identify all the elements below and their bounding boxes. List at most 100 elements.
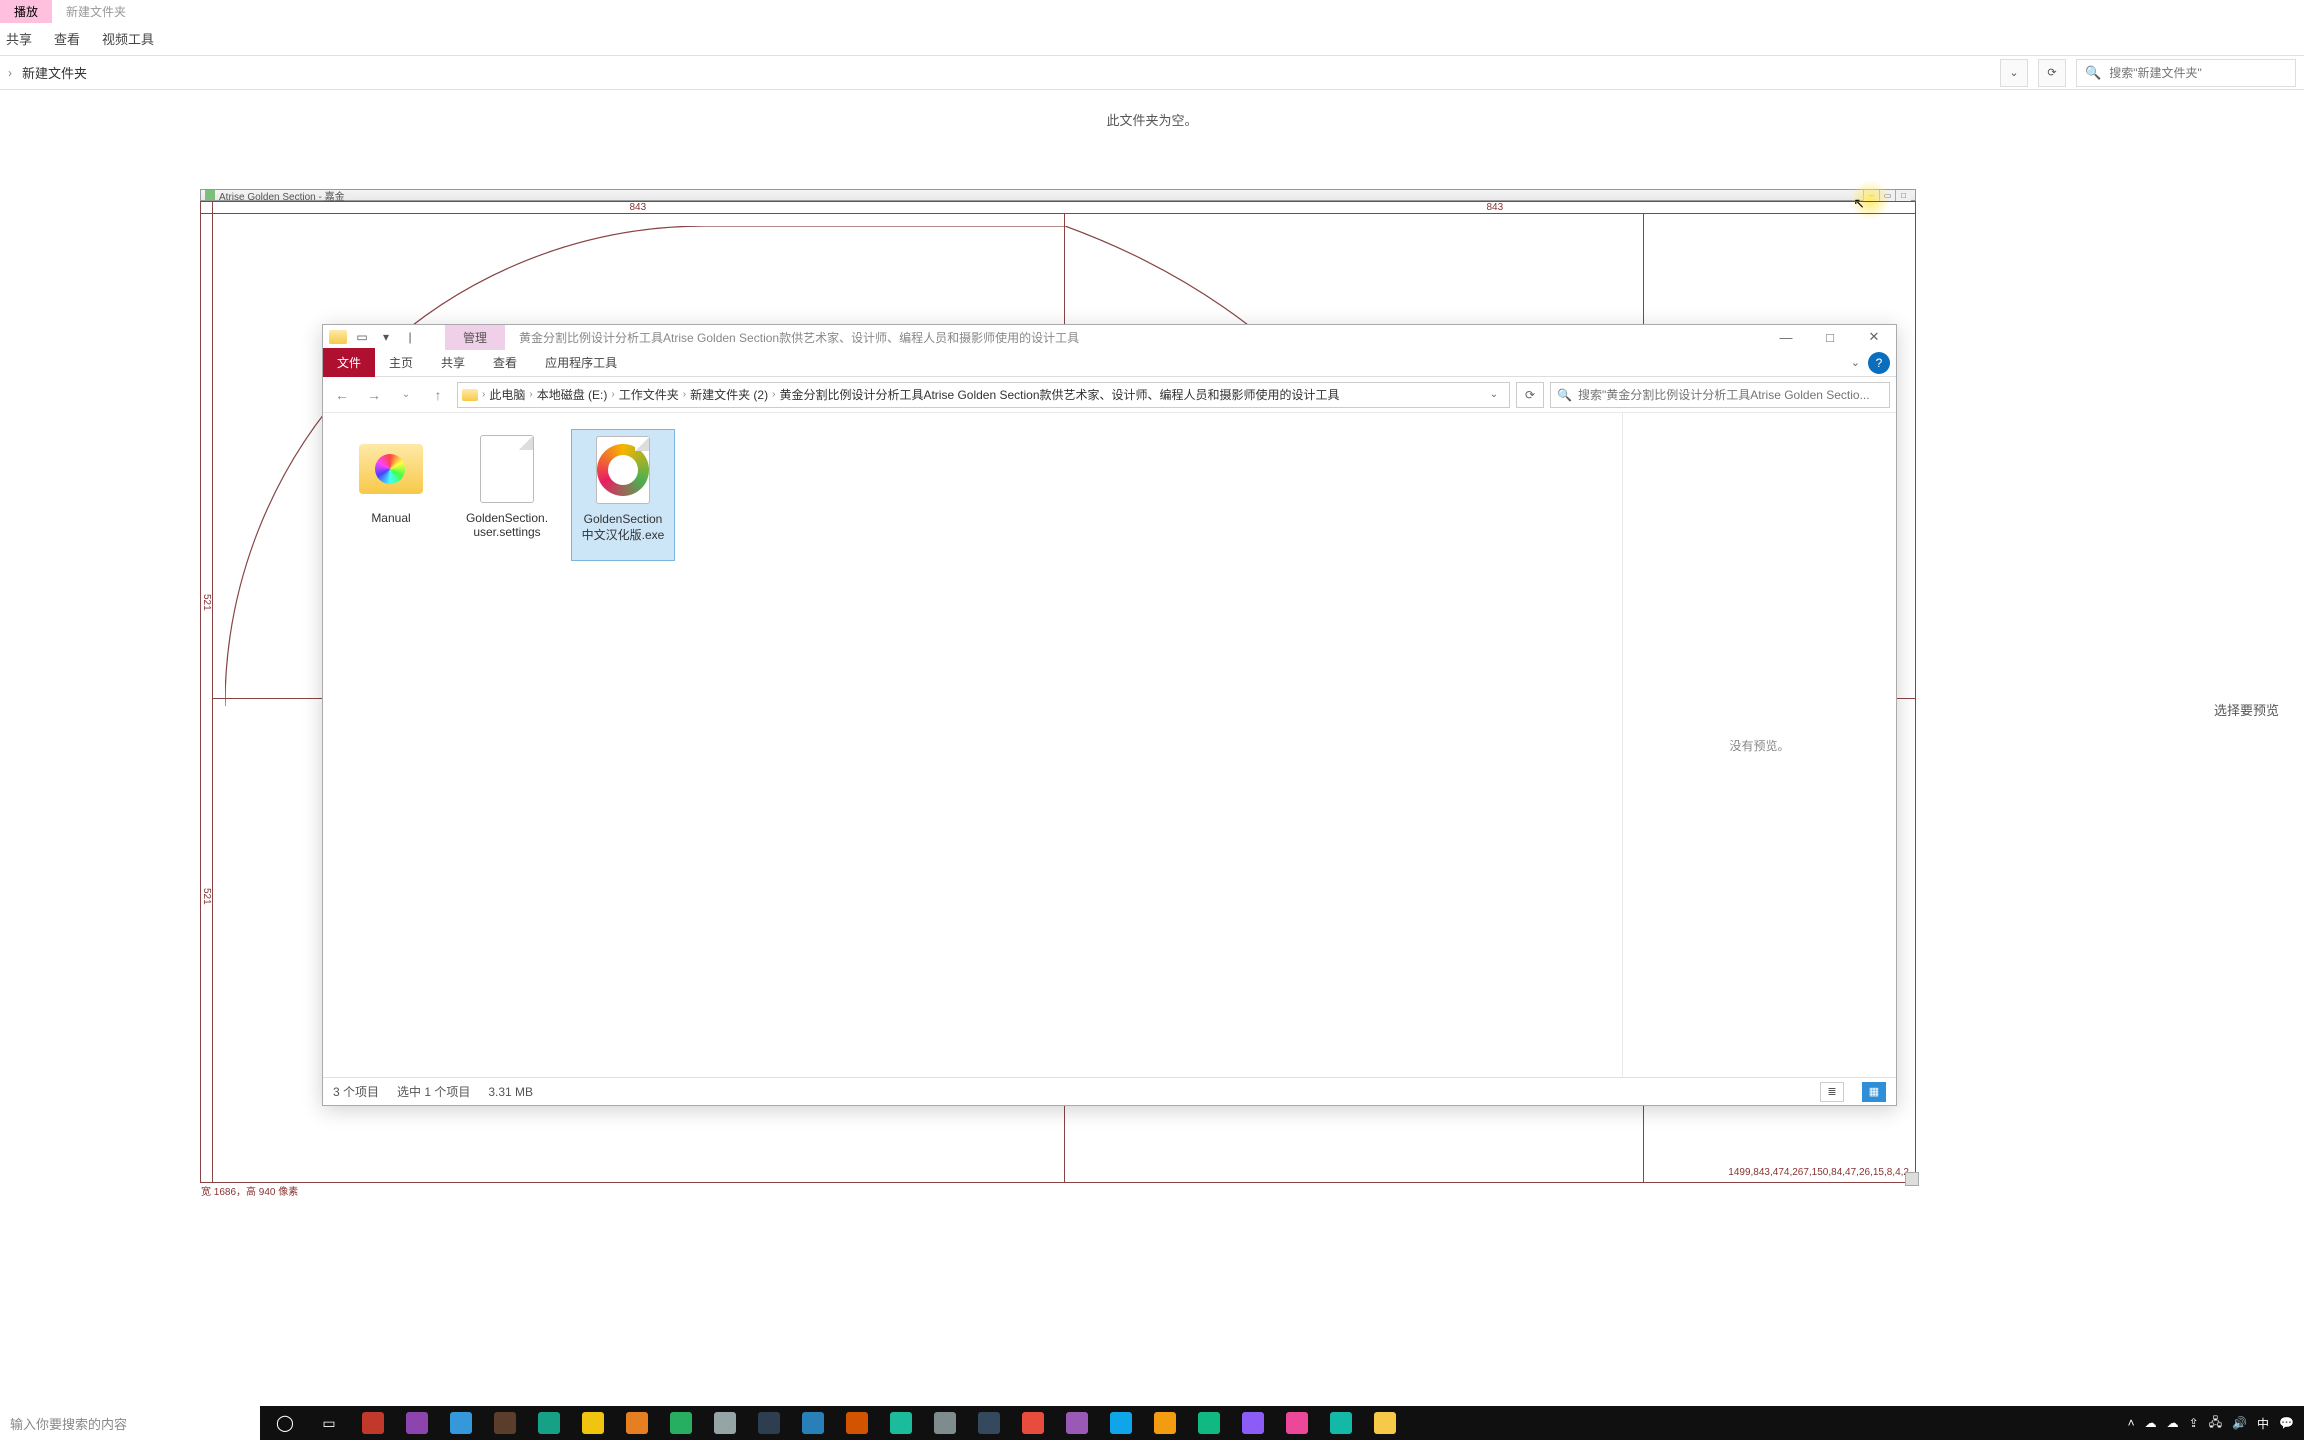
chevron-right-icon[interactable]: › [611,389,614,400]
ribbon-tab-file[interactable]: 文件 [323,348,375,377]
file-label: GoldenSection [584,512,663,526]
taskbar-app-16[interactable] [968,1406,1010,1440]
taskbar-app-24[interactable] [1320,1406,1362,1440]
taskbar-app-7[interactable] [572,1406,614,1440]
inner-refresh-button[interactable]: ⟳ [1516,382,1544,408]
inner-maximize-button[interactable]: □ [1808,325,1852,349]
file-item-exe[interactable]: GoldenSection 中文汉化版.exe [571,429,675,561]
nav-back-button[interactable]: ← [329,382,355,408]
taskbar-app-icon [1242,1412,1264,1434]
breadcrumb-chevron-icon[interactable]: › [8,66,12,80]
ruler-top-right-value: 843 [1487,202,1504,213]
file-list[interactable]: Manual GoldenSection. user.settings Gold… [323,413,1622,1077]
refresh-button[interactable]: ⟳ [2038,59,2066,87]
inner-explorer-window[interactable]: ▭ ▾ | 管理 黄金分割比例设计分析工具Atrise Golden Secti… [322,324,1897,1106]
tray-cloud-icon[interactable]: ☁ [2167,1416,2179,1430]
tab-play[interactable]: 播放 [0,0,52,23]
tray-onedrive-icon[interactable]: ☁ [2145,1416,2157,1430]
system-tray[interactable]: ˄ ☁ ☁ ⇪ 🖧 🔊 中 💬 [2118,1413,2304,1434]
taskbar[interactable]: 输入你要搜索的内容 ◯▭ ˄ ☁ ☁ ⇪ 🖧 🔊 中 💬 [0,1406,2304,1440]
chevron-right-icon[interactable]: › [772,389,775,400]
taskbar-app-3[interactable] [396,1406,438,1440]
ribbon-tab-home[interactable]: 主页 [375,348,427,377]
tray-ime[interactable]: 中 [2257,1415,2269,1432]
file-item-settings[interactable]: GoldenSection. user.settings [455,429,559,561]
crumb-work[interactable]: 工作文件夹 [619,386,679,403]
tab-newfolder[interactable]: 新建文件夹 [52,0,140,23]
taskbar-app-20[interactable] [1144,1406,1186,1440]
search-icon: 🔍 [1557,388,1572,402]
taskbar-app-18[interactable] [1056,1406,1098,1440]
resize-handle[interactable] [1905,1172,1919,1186]
taskbar-app-9[interactable] [660,1406,702,1440]
gs-minimize-button[interactable]: – [1863,190,1879,201]
help-icon[interactable]: ? [1868,352,1890,374]
outer-search-box[interactable]: 🔍 [2076,59,2296,87]
qat-folder-icon[interactable] [327,327,349,347]
nav-up-button[interactable]: ↑ [425,382,451,408]
taskbar-app-5[interactable] [484,1406,526,1440]
qat-dropdown-icon[interactable]: ▾ [375,327,397,347]
taskbar-app-22[interactable] [1232,1406,1274,1440]
taskbar-items: ◯▭ [260,1406,1406,1440]
gs-opt-button[interactable]: ▭ [1879,190,1895,201]
tray-volume-icon[interactable]: 🔊 [2232,1416,2247,1430]
taskbar-app-0[interactable]: ◯ [264,1406,306,1440]
address-box[interactable]: › 此电脑 › 本地磁盘 (E:) › 工作文件夹 › 新建文件夹 (2) › … [457,382,1510,408]
taskbar-app-6[interactable] [528,1406,570,1440]
view-icons-button[interactable]: ▦ [1862,1082,1886,1102]
taskbar-app-25[interactable] [1364,1406,1406,1440]
taskbar-app-10[interactable] [704,1406,746,1440]
taskbar-app-17[interactable] [1012,1406,1054,1440]
inner-search-box[interactable]: 🔍 [1550,382,1890,408]
taskbar-app-12[interactable] [792,1406,834,1440]
inner-close-button[interactable]: ✕ [1852,325,1896,349]
taskbar-app-2[interactable] [352,1406,394,1440]
inner-minimize-button[interactable]: — [1764,325,1808,349]
chevron-right-icon[interactable]: › [482,389,485,400]
tray-chevron-up-icon[interactable]: ˄ [2128,1416,2135,1430]
taskbar-search[interactable]: 输入你要搜索的内容 [0,1406,260,1440]
contextual-tab-manage[interactable]: 管理 [445,325,505,350]
taskbar-app-11[interactable] [748,1406,790,1440]
chevron-right-icon[interactable]: › [683,389,686,400]
subtab-view[interactable]: 查看 [54,29,80,48]
tray-notifications-icon[interactable]: 💬 [2279,1416,2294,1430]
taskbar-app-14[interactable] [880,1406,922,1440]
ribbon-tab-apptools[interactable]: 应用程序工具 [531,348,631,377]
ribbon-tab-share[interactable]: 共享 [427,348,479,377]
qat-properties-icon[interactable]: ▭ [351,327,373,347]
golden-section-titlebar[interactable]: Atrise Golden Section - 嘉金 – ▭ □ ↖ [200,189,1916,201]
inner-titlebar[interactable]: ▭ ▾ | 管理 黄金分割比例设计分析工具Atrise Golden Secti… [323,325,1896,349]
nav-forward-button[interactable]: → [361,382,387,408]
taskbar-app-23[interactable] [1276,1406,1318,1440]
taskbar-app-13[interactable] [836,1406,878,1440]
crumb-leaf[interactable]: 黄金分割比例设计分析工具Atrise Golden Section款供艺术家、设… [779,386,1339,403]
ribbon-collapse-icon[interactable]: ⌄ [1843,356,1868,369]
outer-search-input[interactable] [2109,66,2287,80]
view-details-button[interactable]: ≣ [1820,1082,1844,1102]
crumb-pc[interactable]: 此电脑 [489,386,525,403]
subtab-share[interactable]: 共享 [6,29,32,48]
tray-network-icon[interactable]: 🖧 [2209,1413,2222,1434]
ribbon-tab-view[interactable]: 查看 [479,348,531,377]
crumb-newfolder[interactable]: 新建文件夹 (2) [690,386,768,403]
subtab-video-tools[interactable]: 视频工具 [102,29,154,48]
taskbar-app-8[interactable] [616,1406,658,1440]
tray-usb-icon[interactable]: ⇪ [2189,1416,2199,1430]
taskbar-app-19[interactable] [1100,1406,1142,1440]
address-dropdown-icon[interactable]: ⌄ [1483,389,1505,400]
nav-history-dropdown[interactable]: ⌄ [393,382,419,408]
taskbar-app-icon [1286,1412,1308,1434]
breadcrumb-current[interactable]: 新建文件夹 [22,63,87,82]
taskbar-app-21[interactable] [1188,1406,1230,1440]
taskbar-app-15[interactable] [924,1406,966,1440]
gs-maximize-button[interactable]: □ [1895,190,1911,201]
chevron-right-icon[interactable]: › [529,389,532,400]
file-item-manual[interactable]: Manual [339,429,443,561]
taskbar-app-1[interactable]: ▭ [308,1406,350,1440]
inner-search-input[interactable] [1578,388,1883,402]
address-dropdown[interactable]: ⌄ [2000,59,2028,87]
taskbar-app-4[interactable] [440,1406,482,1440]
crumb-drive[interactable]: 本地磁盘 (E:) [537,386,608,403]
